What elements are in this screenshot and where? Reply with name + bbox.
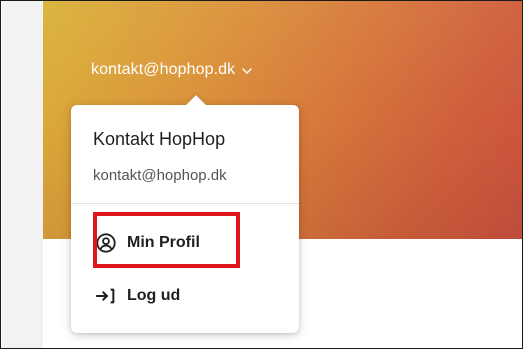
account-menu-trigger[interactable]: kontakt@hophop.dk <box>91 61 253 79</box>
logout-icon <box>95 288 115 304</box>
left-gutter <box>2 1 43 348</box>
dropdown-user-name: Kontakt HopHop <box>93 129 226 149</box>
logout-menu-item[interactable]: Log ud <box>95 285 180 307</box>
app-window: kontakt@hophop.dk le Kontakt HopHop kont… <box>0 0 523 349</box>
dropdown-divider <box>71 203 299 204</box>
chevron-down-icon <box>242 68 252 74</box>
account-email-label: kontakt@hophop.dk <box>91 61 236 78</box>
logout-label: Log ud <box>127 287 181 304</box>
dropdown-user-email: kontakt@hophop.dk <box>93 167 227 184</box>
highlight-annotation <box>93 212 240 268</box>
